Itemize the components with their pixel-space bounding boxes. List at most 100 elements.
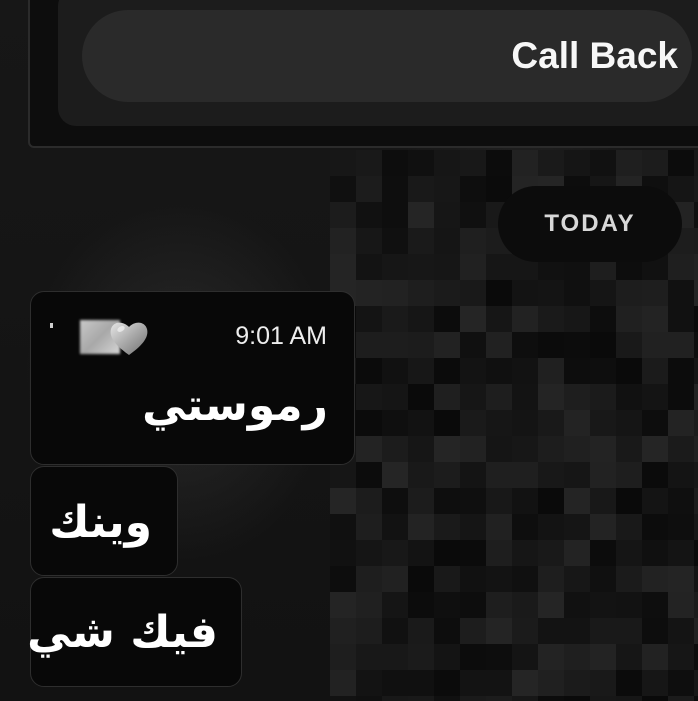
wallpaper-pixel [642,410,668,436]
wallpaper-pixel [564,618,590,644]
wallpaper-pixel [382,488,408,514]
wallpaper-pixel [356,384,382,410]
wallpaper-pixel [330,488,356,514]
wallpaper-pixel [694,696,698,701]
wallpaper-pixel [486,644,512,670]
wallpaper-pixel [538,358,564,384]
call-back-button[interactable]: Call Back [82,10,692,102]
wallpaper-pixel [616,150,642,176]
wallpaper-pixel [486,462,512,488]
wallpaper-pixel [356,488,382,514]
wallpaper-pixel [668,280,694,306]
wallpaper-pixel [460,462,486,488]
wallpaper-pixel [694,202,698,228]
wallpaper-pixel [694,670,698,696]
wallpaper-pixel [382,540,408,566]
wallpaper-pixel [382,592,408,618]
wallpaper-pixel [564,436,590,462]
wallpaper-pixel [590,332,616,358]
wallpaper-pixel [434,540,460,566]
wallpaper-pixel [434,150,460,176]
wallpaper-pixel [356,644,382,670]
wallpaper-pixel [668,540,694,566]
message-bubble[interactable] [30,291,355,465]
message-text: وينك [49,497,152,548]
wallpaper-pixel [642,280,668,306]
date-divider-label: TODAY [544,210,636,237]
wallpaper-pixel [460,670,486,696]
wallpaper-pixel [356,202,382,228]
wallpaper-pixel [694,618,698,644]
wallpaper-pixel [408,670,434,696]
wallpaper-pixel [564,462,590,488]
wallpaper-pixel [564,306,590,332]
wallpaper-pixel [538,384,564,410]
wallpaper-pixel [486,488,512,514]
wallpaper-pixel [460,384,486,410]
wallpaper-pixel [408,280,434,306]
wallpaper-pixel [356,332,382,358]
wallpaper-pixel [408,566,434,592]
wallpaper-pixel [512,592,538,618]
wallpaper-pixel [330,462,356,488]
wallpaper-pixel [434,644,460,670]
wallpaper-pixel [382,514,408,540]
wallpaper-pixel [694,436,698,462]
wallpaper-pixel [642,150,668,176]
wallpaper-pixel [590,306,616,332]
wallpaper-pixel [330,592,356,618]
wallpaper-pixel [356,618,382,644]
wallpaper-pixel [538,280,564,306]
wallpaper-pixel [434,592,460,618]
wallpaper-pixel [434,462,460,488]
wallpaper-pixel [564,696,590,701]
wallpaper-pixel [460,280,486,306]
wallpaper-pixel [590,462,616,488]
wallpaper-pixel [434,332,460,358]
wallpaper-pixel [642,488,668,514]
wallpaper-pixel [512,332,538,358]
wallpaper-pixel [486,436,512,462]
wallpaper-pixel [538,306,564,332]
wallpaper-pixel [564,280,590,306]
wallpaper-pixel [668,618,694,644]
wallpaper-pixel [538,488,564,514]
wallpaper-pixel [668,488,694,514]
wallpaper-pixel [642,384,668,410]
call-back-label: Call Back [511,35,678,76]
wallpaper-pixel [694,228,698,254]
wallpaper-pixel [642,592,668,618]
wallpaper-pixel [642,696,668,701]
wallpaper-pixel [538,644,564,670]
wallpaper-pixel [694,332,698,358]
wallpaper-pixel [538,462,564,488]
wallpaper-pixel [408,306,434,332]
wallpaper-pixel [382,410,408,436]
wallpaper-pixel [408,644,434,670]
wallpaper-pixel [486,566,512,592]
wallpaper-pixel [356,462,382,488]
wallpaper-pixel [616,358,642,384]
wallpaper-pixel [564,358,590,384]
message-timestamp: 9:01 AM [235,322,327,350]
wallpaper-pixel [642,358,668,384]
wallpaper-pixel [590,592,616,618]
wallpaper-pixel [668,332,694,358]
wallpaper-pixel [486,618,512,644]
wallpaper-pixel [460,150,486,176]
wallpaper-pixel [460,696,486,701]
wallpaper-pixel [694,176,698,202]
wallpaper-pixel [668,566,694,592]
wallpaper-pixel [382,462,408,488]
wallpaper-pixel [512,358,538,384]
wallpaper-pixel [434,618,460,644]
wallpaper-pixel [590,566,616,592]
wallpaper-pixel [512,670,538,696]
wallpaper-pixel [642,514,668,540]
wallpaper-pixel [564,670,590,696]
wallpaper-pixel [512,306,538,332]
wallpaper-pixel [538,436,564,462]
wallpaper-pixel [694,410,698,436]
wallpaper-pixel [538,150,564,176]
wallpaper-pixel [382,696,408,701]
